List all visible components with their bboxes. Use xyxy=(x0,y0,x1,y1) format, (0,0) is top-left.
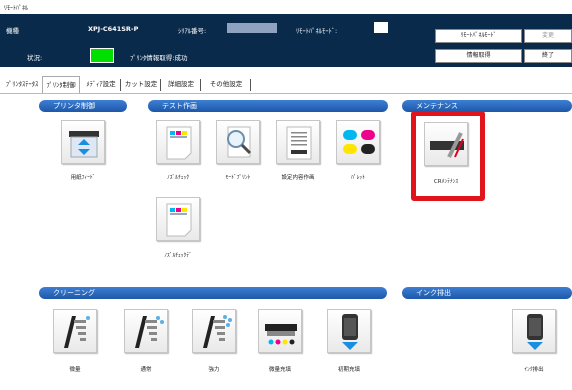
initial-fill-button[interactable] xyxy=(327,309,371,353)
status-label: 状況: xyxy=(27,54,43,62)
nozzle-check-2-button[interactable] xyxy=(156,197,200,241)
cleaning-strong-label: 強力 xyxy=(208,367,220,373)
remote-mode-checkbox[interactable] xyxy=(374,22,388,33)
cleaning-normal-button[interactable] xyxy=(124,309,168,353)
mode-print-button[interactable] xyxy=(216,120,260,164)
tab-cut-settings[interactable]: カット設定 xyxy=(122,76,160,93)
tab-divider xyxy=(120,79,121,91)
cleaning-strong-icon xyxy=(203,315,232,348)
tab-media-settings[interactable]: ﾒﾃﾞｨｱ設定 xyxy=(82,76,120,93)
serial-value-field xyxy=(227,23,277,33)
tab-detail-settings[interactable]: 詳細設定 xyxy=(162,76,200,93)
ink-discharge-icon xyxy=(527,314,543,350)
nozzle-check-icon xyxy=(166,126,192,160)
tab-divider xyxy=(250,79,251,91)
cleaning-light-label: 微量 xyxy=(69,367,81,373)
paper-feed-icon xyxy=(69,131,99,158)
cleaning-normal-label: 通常 xyxy=(140,367,152,373)
paper-feed-label: 用紙ﾌｨｰﾄﾞ xyxy=(70,175,96,181)
nozzle-check-2-label: ﾉｽﾞﾙﾁｪｯｸﾃﾞ xyxy=(164,253,192,259)
initial-fill-label: 初期充填 xyxy=(337,367,360,373)
cleaning-light-icon xyxy=(64,316,90,348)
tab-printer-control[interactable]: ﾌﾟﾘﾝﾀ制御 xyxy=(42,76,80,93)
tab-underline xyxy=(0,93,572,94)
model-value: XPJ-C641SR-P xyxy=(88,25,139,33)
nozzle-check-button[interactable] xyxy=(156,120,200,164)
status-indicator xyxy=(90,48,114,63)
header-status-row: 状況: ﾌﾟﾘﾝﾀ情報取得:成功 情報取得 終了 xyxy=(0,44,572,67)
ink-discharge-header: インク排出 xyxy=(402,287,572,299)
exit-button[interactable]: 終了 xyxy=(524,49,572,63)
settings-print-button[interactable] xyxy=(276,120,320,164)
mode-print-icon xyxy=(227,126,252,158)
remote-panel-window: ﾘﾓｰﾄﾊﾟﾈﾙ 機種 XPJ-C641SR-P ｼﾘｱﾙ番号: ﾘﾓｰﾄﾊﾟﾈ… xyxy=(0,0,572,390)
header-model-row: 機種 XPJ-C641SR-P ｼﾘｱﾙ番号: ﾘﾓｰﾄﾊﾟﾈﾙﾓｰﾄﾞ: ﾘﾓ… xyxy=(0,14,572,44)
tab-divider xyxy=(200,79,201,91)
ink-discharge-label: ｲﾝｸ排出 xyxy=(524,367,544,373)
ink-fill-light-button[interactable] xyxy=(258,309,302,353)
cleaning-light-button[interactable] xyxy=(53,309,97,353)
tab-other-settings[interactable]: その他設定 xyxy=(202,76,250,93)
serial-label: ｼﾘｱﾙ番号: xyxy=(178,27,207,35)
palette-label: ﾊﾟﾚｯﾄ xyxy=(351,175,365,181)
get-info-button[interactable]: 情報取得 xyxy=(435,49,522,63)
palette-button[interactable] xyxy=(336,120,380,164)
settings-print-icon xyxy=(286,126,312,160)
cleaning-header: クリーニング xyxy=(39,287,387,299)
model-label: 機種 xyxy=(6,27,19,35)
ink-fill-light-label: 微量充填 xyxy=(268,367,291,373)
tab-divider xyxy=(160,79,161,91)
palette-icon xyxy=(343,130,375,154)
cleaning-normal-icon xyxy=(135,316,164,348)
status-text: ﾌﾟﾘﾝﾀ情報取得:成功 xyxy=(130,54,188,62)
window-title: ﾘﾓｰﾄﾊﾟﾈﾙ xyxy=(0,0,572,14)
initial-fill-icon xyxy=(342,314,358,350)
tab-printer-status[interactable]: ﾌﾟﾘﾝﾀｽﾃｰﾀｽ xyxy=(2,76,42,93)
ink-fill-light-icon xyxy=(265,324,297,345)
paper-feed-button[interactable] xyxy=(61,120,105,164)
remote-mode-label: ﾘﾓｰﾄﾊﾟﾈﾙﾓｰﾄﾞ: xyxy=(296,27,338,35)
change-button[interactable]: 変更 xyxy=(524,29,572,43)
printer-control-header: プリンタ制御 xyxy=(39,100,127,112)
cleaning-strong-button[interactable] xyxy=(192,309,236,353)
remote-mode-button[interactable]: ﾘﾓｰﾄﾊﾟﾈﾙﾓｰﾄﾞ xyxy=(435,29,522,43)
ink-discharge-button[interactable] xyxy=(512,309,556,353)
tab-bar: ﾌﾟﾘﾝﾀｽﾃｰﾀｽ ﾌﾟﾘﾝﾀ制御 ﾒﾃﾞｨｱ設定 カット設定 詳細設定 その… xyxy=(0,76,572,93)
nozzle-check-2-icon xyxy=(166,203,192,237)
test-print-header: テスト作画 xyxy=(148,100,388,112)
highlight-frame xyxy=(411,111,485,201)
